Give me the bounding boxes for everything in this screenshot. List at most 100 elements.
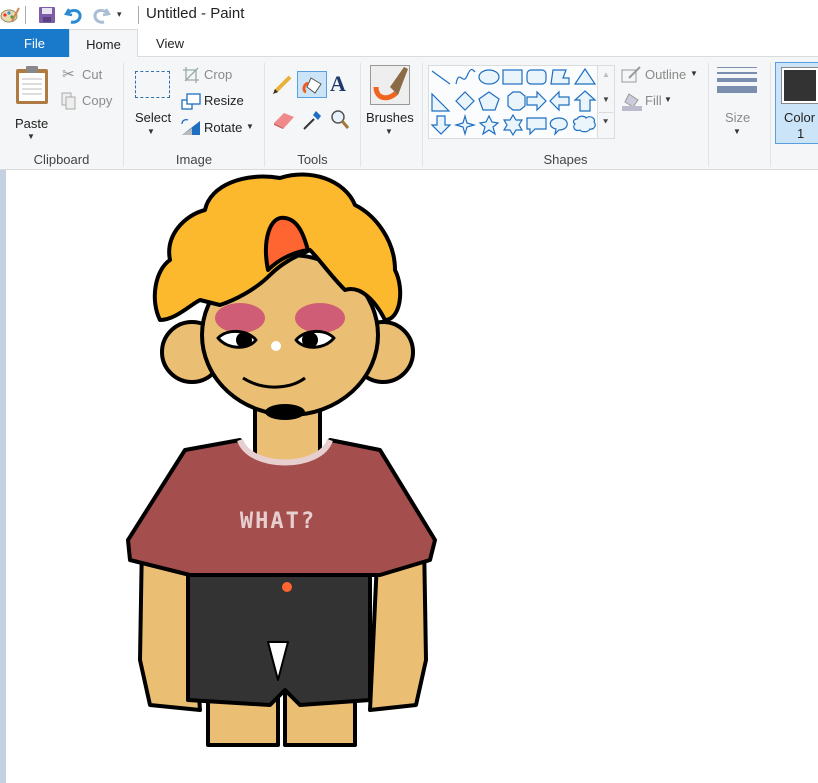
paint-bucket-icon bbox=[302, 77, 322, 94]
size-label: Size bbox=[725, 110, 751, 125]
fill-bucket-icon bbox=[622, 93, 642, 111]
cloud-callout-shape-icon[interactable] bbox=[572, 115, 596, 133]
color1-swatch bbox=[781, 67, 818, 104]
chevron-down-icon: ▼ bbox=[664, 95, 672, 104]
brushes-label: Brushes bbox=[366, 110, 414, 125]
crop-label: Crop bbox=[204, 67, 233, 82]
rounded-rectangle-shape-icon[interactable] bbox=[526, 69, 547, 85]
shapes-grid bbox=[430, 67, 597, 137]
cut-button[interactable]: ✂ Cut bbox=[60, 65, 116, 85]
fill-tool-button[interactable] bbox=[297, 71, 327, 98]
five-point-star-shape-icon[interactable] bbox=[478, 114, 500, 136]
rotate-button[interactable]: Rotate ▼ bbox=[180, 117, 260, 137]
down-arrow-shape-icon[interactable] bbox=[430, 115, 452, 135]
rectangle-shape-icon[interactable] bbox=[502, 69, 523, 85]
eraser-icon[interactable] bbox=[272, 110, 296, 130]
crop-icon bbox=[183, 67, 199, 83]
four-point-star-shape-icon[interactable] bbox=[453, 113, 477, 137]
outline-label: Outline bbox=[645, 67, 687, 82]
window-title: Untitled - Paint bbox=[146, 5, 245, 22]
group-label-tools: Tools bbox=[297, 152, 328, 167]
copy-icon bbox=[61, 92, 76, 110]
copy-label: Copy bbox=[82, 93, 113, 108]
shapes-gallery bbox=[428, 65, 598, 139]
divider bbox=[599, 112, 613, 113]
separator bbox=[25, 6, 26, 24]
scroll-up-icon[interactable]: ▲ bbox=[602, 70, 610, 79]
chevron-down-icon: ▼ bbox=[733, 127, 741, 136]
group-label-shapes: Shapes bbox=[543, 152, 588, 167]
shapes-scrollbar[interactable]: ▲ ▼ ⯆ bbox=[598, 65, 615, 139]
separator bbox=[138, 6, 139, 24]
right-triangle-shape-icon[interactable] bbox=[431, 92, 451, 112]
tab-view[interactable]: View bbox=[138, 29, 202, 57]
clipboard-icon bbox=[16, 66, 48, 104]
outline-pencil-icon bbox=[621, 66, 641, 83]
magnifier-icon[interactable] bbox=[329, 108, 351, 132]
right-arrow-shape-icon[interactable] bbox=[526, 90, 547, 112]
customize-dropdown-icon[interactable]: ▾ bbox=[117, 9, 122, 20]
six-point-star-shape-icon[interactable] bbox=[502, 113, 524, 137]
color1-button[interactable]: Color 1 bbox=[775, 62, 818, 144]
rotate-label: Rotate bbox=[204, 120, 243, 135]
group-label-image: Image bbox=[175, 152, 213, 167]
chevron-down-icon: ▼ bbox=[246, 122, 254, 131]
color1-number: 1 bbox=[797, 126, 805, 141]
cut-label: Cut bbox=[82, 67, 103, 82]
save-icon[interactable] bbox=[38, 6, 56, 24]
resize-label: Resize bbox=[204, 93, 244, 108]
diamond-shape-icon[interactable] bbox=[455, 91, 475, 111]
polygon-shape-icon[interactable] bbox=[550, 69, 570, 85]
pentagon-shape-icon[interactable] bbox=[478, 91, 500, 111]
tab-file[interactable]: File bbox=[0, 29, 69, 57]
separator bbox=[708, 63, 709, 167]
scroll-down-icon[interactable]: ▼ bbox=[602, 95, 610, 104]
rotate-icon bbox=[181, 118, 200, 135]
rounded-callout-shape-icon[interactable] bbox=[526, 117, 547, 136]
color1-label: Color bbox=[784, 110, 816, 125]
title-bar: ▾ Untitled - Paint bbox=[0, 0, 818, 29]
canvas-workspace-edge bbox=[0, 170, 6, 783]
select-label: Select bbox=[135, 110, 172, 125]
line-size-icon bbox=[717, 67, 757, 93]
separator bbox=[770, 63, 771, 167]
oval-shape-icon[interactable] bbox=[478, 69, 500, 85]
brushes-button[interactable]: Brushes ▼ bbox=[364, 63, 416, 145]
drawing-canvas[interactable] bbox=[0, 170, 818, 783]
curve-shape-icon[interactable] bbox=[455, 68, 476, 85]
pencil-icon[interactable] bbox=[272, 73, 294, 95]
hexagon-shape-icon[interactable] bbox=[507, 91, 526, 111]
up-arrow-shape-icon[interactable] bbox=[573, 90, 597, 112]
tab-home[interactable]: Home bbox=[69, 29, 138, 58]
line-shape-icon[interactable] bbox=[431, 70, 451, 85]
select-button[interactable]: Select ▼ bbox=[130, 65, 174, 145]
resize-icon bbox=[181, 93, 201, 110]
outline-button[interactable]: Outline ▼ bbox=[620, 65, 702, 85]
brush-icon bbox=[370, 65, 410, 105]
resize-button[interactable]: Resize bbox=[180, 91, 250, 111]
separator bbox=[360, 63, 361, 167]
group-label-clipboard: Clipboard bbox=[33, 152, 90, 167]
expand-gallery-icon[interactable]: ⯆ bbox=[602, 117, 609, 128]
text-tool-icon[interactable]: A bbox=[330, 71, 346, 97]
ribbon: Paste ▼ ✂ Cut Copy Clipboard Select ▼ Cr… bbox=[0, 57, 818, 170]
paste-button[interactable]: Paste ▼ bbox=[8, 63, 56, 143]
chevron-down-icon: ▼ bbox=[385, 127, 393, 136]
triangle-shape-icon[interactable] bbox=[573, 67, 597, 85]
undo-icon[interactable] bbox=[64, 5, 84, 25]
redo-icon[interactable] bbox=[91, 5, 111, 25]
color1-fill bbox=[784, 70, 816, 101]
chevron-down-icon: ▼ bbox=[27, 132, 35, 141]
oval-callout-shape-icon[interactable] bbox=[549, 117, 568, 136]
select-rectangle-icon bbox=[135, 71, 170, 98]
chevron-down-icon: ▼ bbox=[690, 69, 698, 78]
fill-button[interactable]: Fill ▼ bbox=[620, 91, 680, 111]
paint-menu-icon[interactable] bbox=[0, 5, 20, 25]
crop-button[interactable]: Crop bbox=[180, 65, 250, 85]
left-arrow-shape-icon[interactable] bbox=[549, 90, 570, 112]
paste-label: Paste bbox=[15, 116, 49, 131]
ribbon-tabs: File Home View bbox=[0, 29, 818, 58]
copy-button[interactable]: Copy bbox=[60, 91, 116, 111]
size-button[interactable]: Size ▼ bbox=[714, 65, 764, 145]
color-picker-icon[interactable] bbox=[301, 108, 323, 132]
